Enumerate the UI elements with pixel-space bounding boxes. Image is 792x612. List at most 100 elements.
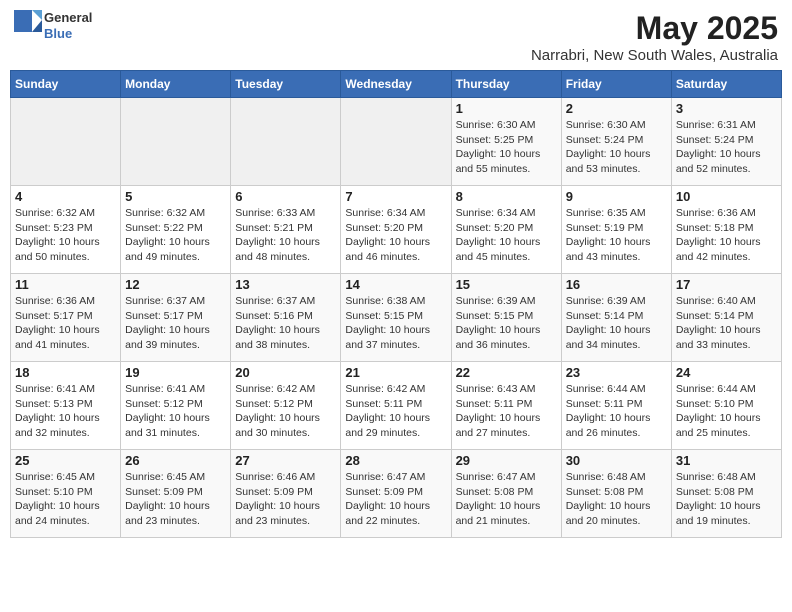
weekday-header-monday: Monday <box>121 71 231 98</box>
day-number: 8 <box>456 189 557 204</box>
calendar-cell <box>341 98 451 186</box>
day-number: 27 <box>235 453 336 468</box>
day-number: 16 <box>566 277 667 292</box>
day-info: Sunrise: 6:34 AMSunset: 5:20 PMDaylight:… <box>345 206 446 265</box>
day-info: Sunrise: 6:47 AMSunset: 5:09 PMDaylight:… <box>345 470 446 529</box>
day-number: 9 <box>566 189 667 204</box>
weekday-header-saturday: Saturday <box>671 71 781 98</box>
day-info: Sunrise: 6:39 AMSunset: 5:15 PMDaylight:… <box>456 294 557 353</box>
calendar-subtitle: Narrabri, New South Wales, Australia <box>531 47 778 64</box>
calendar-cell: 8 Sunrise: 6:34 AMSunset: 5:20 PMDaylight… <box>451 186 561 274</box>
calendar-cell: 19 Sunrise: 6:41 AMSunset: 5:12 PMDayligh… <box>121 362 231 450</box>
day-number: 23 <box>566 365 667 380</box>
calendar-cell: 28 Sunrise: 6:47 AMSunset: 5:09 PMDayligh… <box>341 450 451 538</box>
day-info: Sunrise: 6:42 AMSunset: 5:11 PMDaylight:… <box>345 382 446 441</box>
logo-line1: General <box>44 10 92 26</box>
day-info: Sunrise: 6:41 AMSunset: 5:13 PMDaylight:… <box>15 382 116 441</box>
calendar-cell: 17 Sunrise: 6:40 AMSunset: 5:14 PMDayligh… <box>671 274 781 362</box>
calendar-cell: 14 Sunrise: 6:38 AMSunset: 5:15 PMDayligh… <box>341 274 451 362</box>
day-info: Sunrise: 6:46 AMSunset: 5:09 PMDaylight:… <box>235 470 336 529</box>
calendar-cell: 22Sunrise: 6:43 AMSunset: 5:11 PMDayligh… <box>451 362 561 450</box>
day-number: 24 <box>676 365 777 380</box>
day-info: Sunrise: 6:39 AMSunset: 5:14 PMDaylight:… <box>566 294 667 353</box>
day-info: Sunrise: 6:47 AMSunset: 5:08 PMDaylight:… <box>456 470 557 529</box>
day-info: Sunrise: 6:30 AMSunset: 5:24 PMDaylight:… <box>566 118 667 177</box>
day-number: 15 <box>456 277 557 292</box>
logo-line2: Blue <box>44 26 92 42</box>
calendar-cell: 16 Sunrise: 6:39 AMSunset: 5:14 PMDayligh… <box>561 274 671 362</box>
day-info: Sunrise: 6:48 AMSunset: 5:08 PMDaylight:… <box>566 470 667 529</box>
calendar-title: May 2025 <box>531 10 778 47</box>
calendar-cell <box>11 98 121 186</box>
day-info: Sunrise: 6:38 AMSunset: 5:15 PMDaylight:… <box>345 294 446 353</box>
day-info: Sunrise: 6:45 AMSunset: 5:09 PMDaylight:… <box>125 470 226 529</box>
weekday-header-wednesday: Wednesday <box>341 71 451 98</box>
calendar-cell: 5Sunrise: 6:32 AMSunset: 5:22 PMDaylight… <box>121 186 231 274</box>
title-block: May 2025 Narrabri, New South Wales, Aust… <box>531 10 778 64</box>
calendar-cell: 1 Sunrise: 6:30 AMSunset: 5:25 PMDaylight… <box>451 98 561 186</box>
calendar-cell: 25Sunrise: 6:45 AMSunset: 5:10 PMDayligh… <box>11 450 121 538</box>
weekday-header-friday: Friday <box>561 71 671 98</box>
logo-text: General Blue <box>44 10 92 41</box>
day-number: 21 <box>345 365 446 380</box>
day-info: Sunrise: 6:44 AMSunset: 5:11 PMDaylight:… <box>566 382 667 441</box>
day-info: Sunrise: 6:33 AMSunset: 5:21 PMDaylight:… <box>235 206 336 265</box>
page-header: General Blue May 2025 Narrabri, New Sout… <box>10 10 782 64</box>
day-number: 26 <box>125 453 226 468</box>
logo-icon <box>14 10 42 42</box>
calendar-cell: 26 Sunrise: 6:45 AMSunset: 5:09 PMDayligh… <box>121 450 231 538</box>
calendar-cell: 30 Sunrise: 6:48 AMSunset: 5:08 PMDayligh… <box>561 450 671 538</box>
day-info: Sunrise: 6:42 AMSunset: 5:12 PMDaylight:… <box>235 382 336 441</box>
calendar-cell: 7 Sunrise: 6:34 AMSunset: 5:20 PMDaylight… <box>341 186 451 274</box>
day-info: Sunrise: 6:48 AMSunset: 5:08 PMDaylight:… <box>676 470 777 529</box>
day-number: 30 <box>566 453 667 468</box>
day-number: 28 <box>345 453 446 468</box>
day-number: 22 <box>456 365 557 380</box>
day-info: Sunrise: 6:31 AMSunset: 5:24 PMDaylight:… <box>676 118 777 177</box>
calendar-cell: 20 Sunrise: 6:42 AMSunset: 5:12 PMDayligh… <box>231 362 341 450</box>
day-number: 13 <box>235 277 336 292</box>
calendar-cell <box>121 98 231 186</box>
calendar-cell: 9 Sunrise: 6:35 AMSunset: 5:19 PMDaylight… <box>561 186 671 274</box>
day-info: Sunrise: 6:30 AMSunset: 5:25 PMDaylight:… <box>456 118 557 177</box>
calendar-cell: 24Sunrise: 6:44 AMSunset: 5:10 PMDayligh… <box>671 362 781 450</box>
day-info: Sunrise: 6:37 AMSunset: 5:16 PMDaylight:… <box>235 294 336 353</box>
day-number: 17 <box>676 277 777 292</box>
day-number: 31 <box>676 453 777 468</box>
week-row-4: 18Sunrise: 6:41 AMSunset: 5:13 PMDayligh… <box>11 362 782 450</box>
day-number: 19 <box>125 365 226 380</box>
week-row-5: 25Sunrise: 6:45 AMSunset: 5:10 PMDayligh… <box>11 450 782 538</box>
day-number: 25 <box>15 453 116 468</box>
calendar-cell: 11Sunrise: 6:36 AMSunset: 5:17 PMDayligh… <box>11 274 121 362</box>
day-number: 3 <box>676 101 777 116</box>
day-number: 6 <box>235 189 336 204</box>
day-info: Sunrise: 6:35 AMSunset: 5:19 PMDaylight:… <box>566 206 667 265</box>
calendar-cell: 6 Sunrise: 6:33 AMSunset: 5:21 PMDaylight… <box>231 186 341 274</box>
day-number: 1 <box>456 101 557 116</box>
day-info: Sunrise: 6:34 AMSunset: 5:20 PMDaylight:… <box>456 206 557 265</box>
day-info: Sunrise: 6:41 AMSunset: 5:12 PMDaylight:… <box>125 382 226 441</box>
calendar-cell: 4Sunrise: 6:32 AMSunset: 5:23 PMDaylight… <box>11 186 121 274</box>
weekday-header-thursday: Thursday <box>451 71 561 98</box>
week-row-2: 4Sunrise: 6:32 AMSunset: 5:23 PMDaylight… <box>11 186 782 274</box>
day-info: Sunrise: 6:32 AMSunset: 5:23 PMDaylight:… <box>15 206 116 265</box>
calendar-body: 1 Sunrise: 6:30 AMSunset: 5:25 PMDaylight… <box>11 98 782 538</box>
weekday-header-tuesday: Tuesday <box>231 71 341 98</box>
day-number: 7 <box>345 189 446 204</box>
calendar-cell: 3 Sunrise: 6:31 AMSunset: 5:24 PMDaylight… <box>671 98 781 186</box>
weekday-header-sunday: Sunday <box>11 71 121 98</box>
calendar-cell: 31 Sunrise: 6:48 AMSunset: 5:08 PMDayligh… <box>671 450 781 538</box>
week-row-1: 1 Sunrise: 6:30 AMSunset: 5:25 PMDaylight… <box>11 98 782 186</box>
calendar-cell: 29 Sunrise: 6:47 AMSunset: 5:08 PMDayligh… <box>451 450 561 538</box>
weekday-header-row: SundayMondayTuesdayWednesdayThursdayFrid… <box>11 71 782 98</box>
calendar-cell: 18Sunrise: 6:41 AMSunset: 5:13 PMDayligh… <box>11 362 121 450</box>
day-number: 29 <box>456 453 557 468</box>
calendar-cell: 27 Sunrise: 6:46 AMSunset: 5:09 PMDayligh… <box>231 450 341 538</box>
day-number: 20 <box>235 365 336 380</box>
day-info: Sunrise: 6:36 AMSunset: 5:17 PMDaylight:… <box>15 294 116 353</box>
day-info: Sunrise: 6:40 AMSunset: 5:14 PMDaylight:… <box>676 294 777 353</box>
day-number: 14 <box>345 277 446 292</box>
calendar-table: SundayMondayTuesdayWednesdayThursdayFrid… <box>10 70 782 538</box>
day-info: Sunrise: 6:36 AMSunset: 5:18 PMDaylight:… <box>676 206 777 265</box>
week-row-3: 11Sunrise: 6:36 AMSunset: 5:17 PMDayligh… <box>11 274 782 362</box>
